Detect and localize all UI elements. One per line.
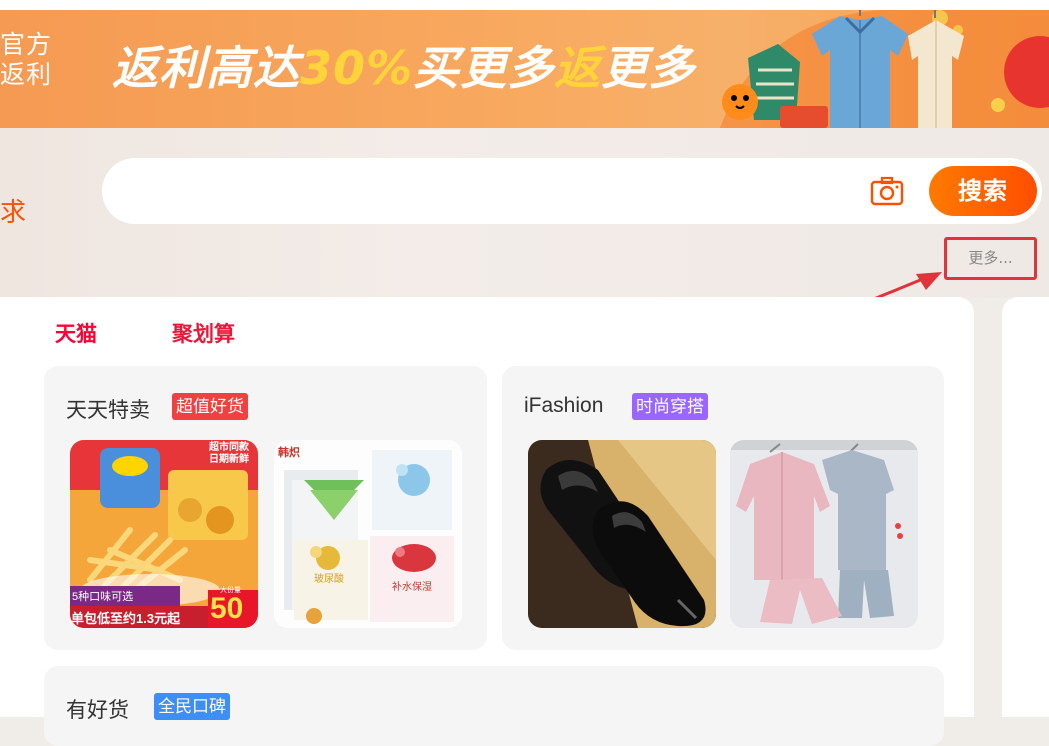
tab-juhuasuan[interactable]: 聚划算 bbox=[172, 318, 235, 348]
panel-tag: 超值好货 bbox=[172, 393, 248, 420]
product-image-mask[interactable]: 韩炽 玻尿酸 补水保湿 bbox=[274, 440, 462, 628]
banner-clothing-illustration bbox=[720, 10, 1049, 128]
banner-side-text: 官方 返利 bbox=[0, 30, 53, 89]
snack-flavor-tag: 5种口味可选 bbox=[72, 591, 134, 603]
panel-title: iFashion bbox=[524, 394, 604, 417]
mask-brand: 韩炽 bbox=[278, 447, 300, 459]
product-image-snack[interactable]: 超市同款 日期新鲜 5种口味可选 单包低至约1.3元起 大份量 50 bbox=[70, 440, 258, 628]
product-image-pajamas[interactable] bbox=[730, 440, 918, 628]
product-image-shoes[interactable] bbox=[528, 440, 716, 628]
panel-tag: 时尚穿搭 bbox=[632, 393, 708, 420]
panel-title: 有好货 bbox=[66, 698, 129, 722]
pajamas-image bbox=[730, 440, 918, 628]
side-card bbox=[1002, 297, 1049, 717]
search-button[interactable]: 搜索 bbox=[929, 166, 1037, 216]
promo-banner[interactable]: 官方 返利 返利高达30%买更多返更多 bbox=[0, 10, 1049, 128]
leather-shoes-image bbox=[528, 440, 716, 628]
banner-slogan: 返利高达30%买更多返更多 bbox=[112, 41, 696, 95]
snack-price: 50 bbox=[210, 592, 244, 625]
camera-icon[interactable] bbox=[870, 176, 904, 206]
mask-label-1: 玻尿酸 bbox=[314, 574, 344, 585]
tab-tmall[interactable]: 天猫 bbox=[55, 318, 97, 348]
more-link-highlight[interactable]: 更多... bbox=[944, 237, 1037, 280]
left-peek-text: 求 bbox=[0, 198, 27, 228]
snack-price-tag: 单包低至约1.3元起 bbox=[71, 611, 181, 626]
snack-badge: 超市同款 日期新鲜 bbox=[209, 442, 249, 465]
mask-label-2: 补水保湿 bbox=[392, 582, 432, 593]
more-link[interactable]: 更多... bbox=[947, 240, 1034, 277]
top-strip bbox=[0, 0, 1049, 10]
panel-daily-sale[interactable]: 天天特卖 超值好货 超市同款 日期新鲜 5种口味可选 单包低至约1.3元起 大份… bbox=[44, 366, 487, 650]
panel-ifashion[interactable]: iFashion 时尚穿搭 bbox=[502, 366, 944, 650]
mask-product-image bbox=[274, 440, 462, 628]
panel-good-goods[interactable]: 有好货 全民口碑 bbox=[44, 666, 944, 746]
panel-title: 天天特卖 bbox=[66, 398, 150, 422]
